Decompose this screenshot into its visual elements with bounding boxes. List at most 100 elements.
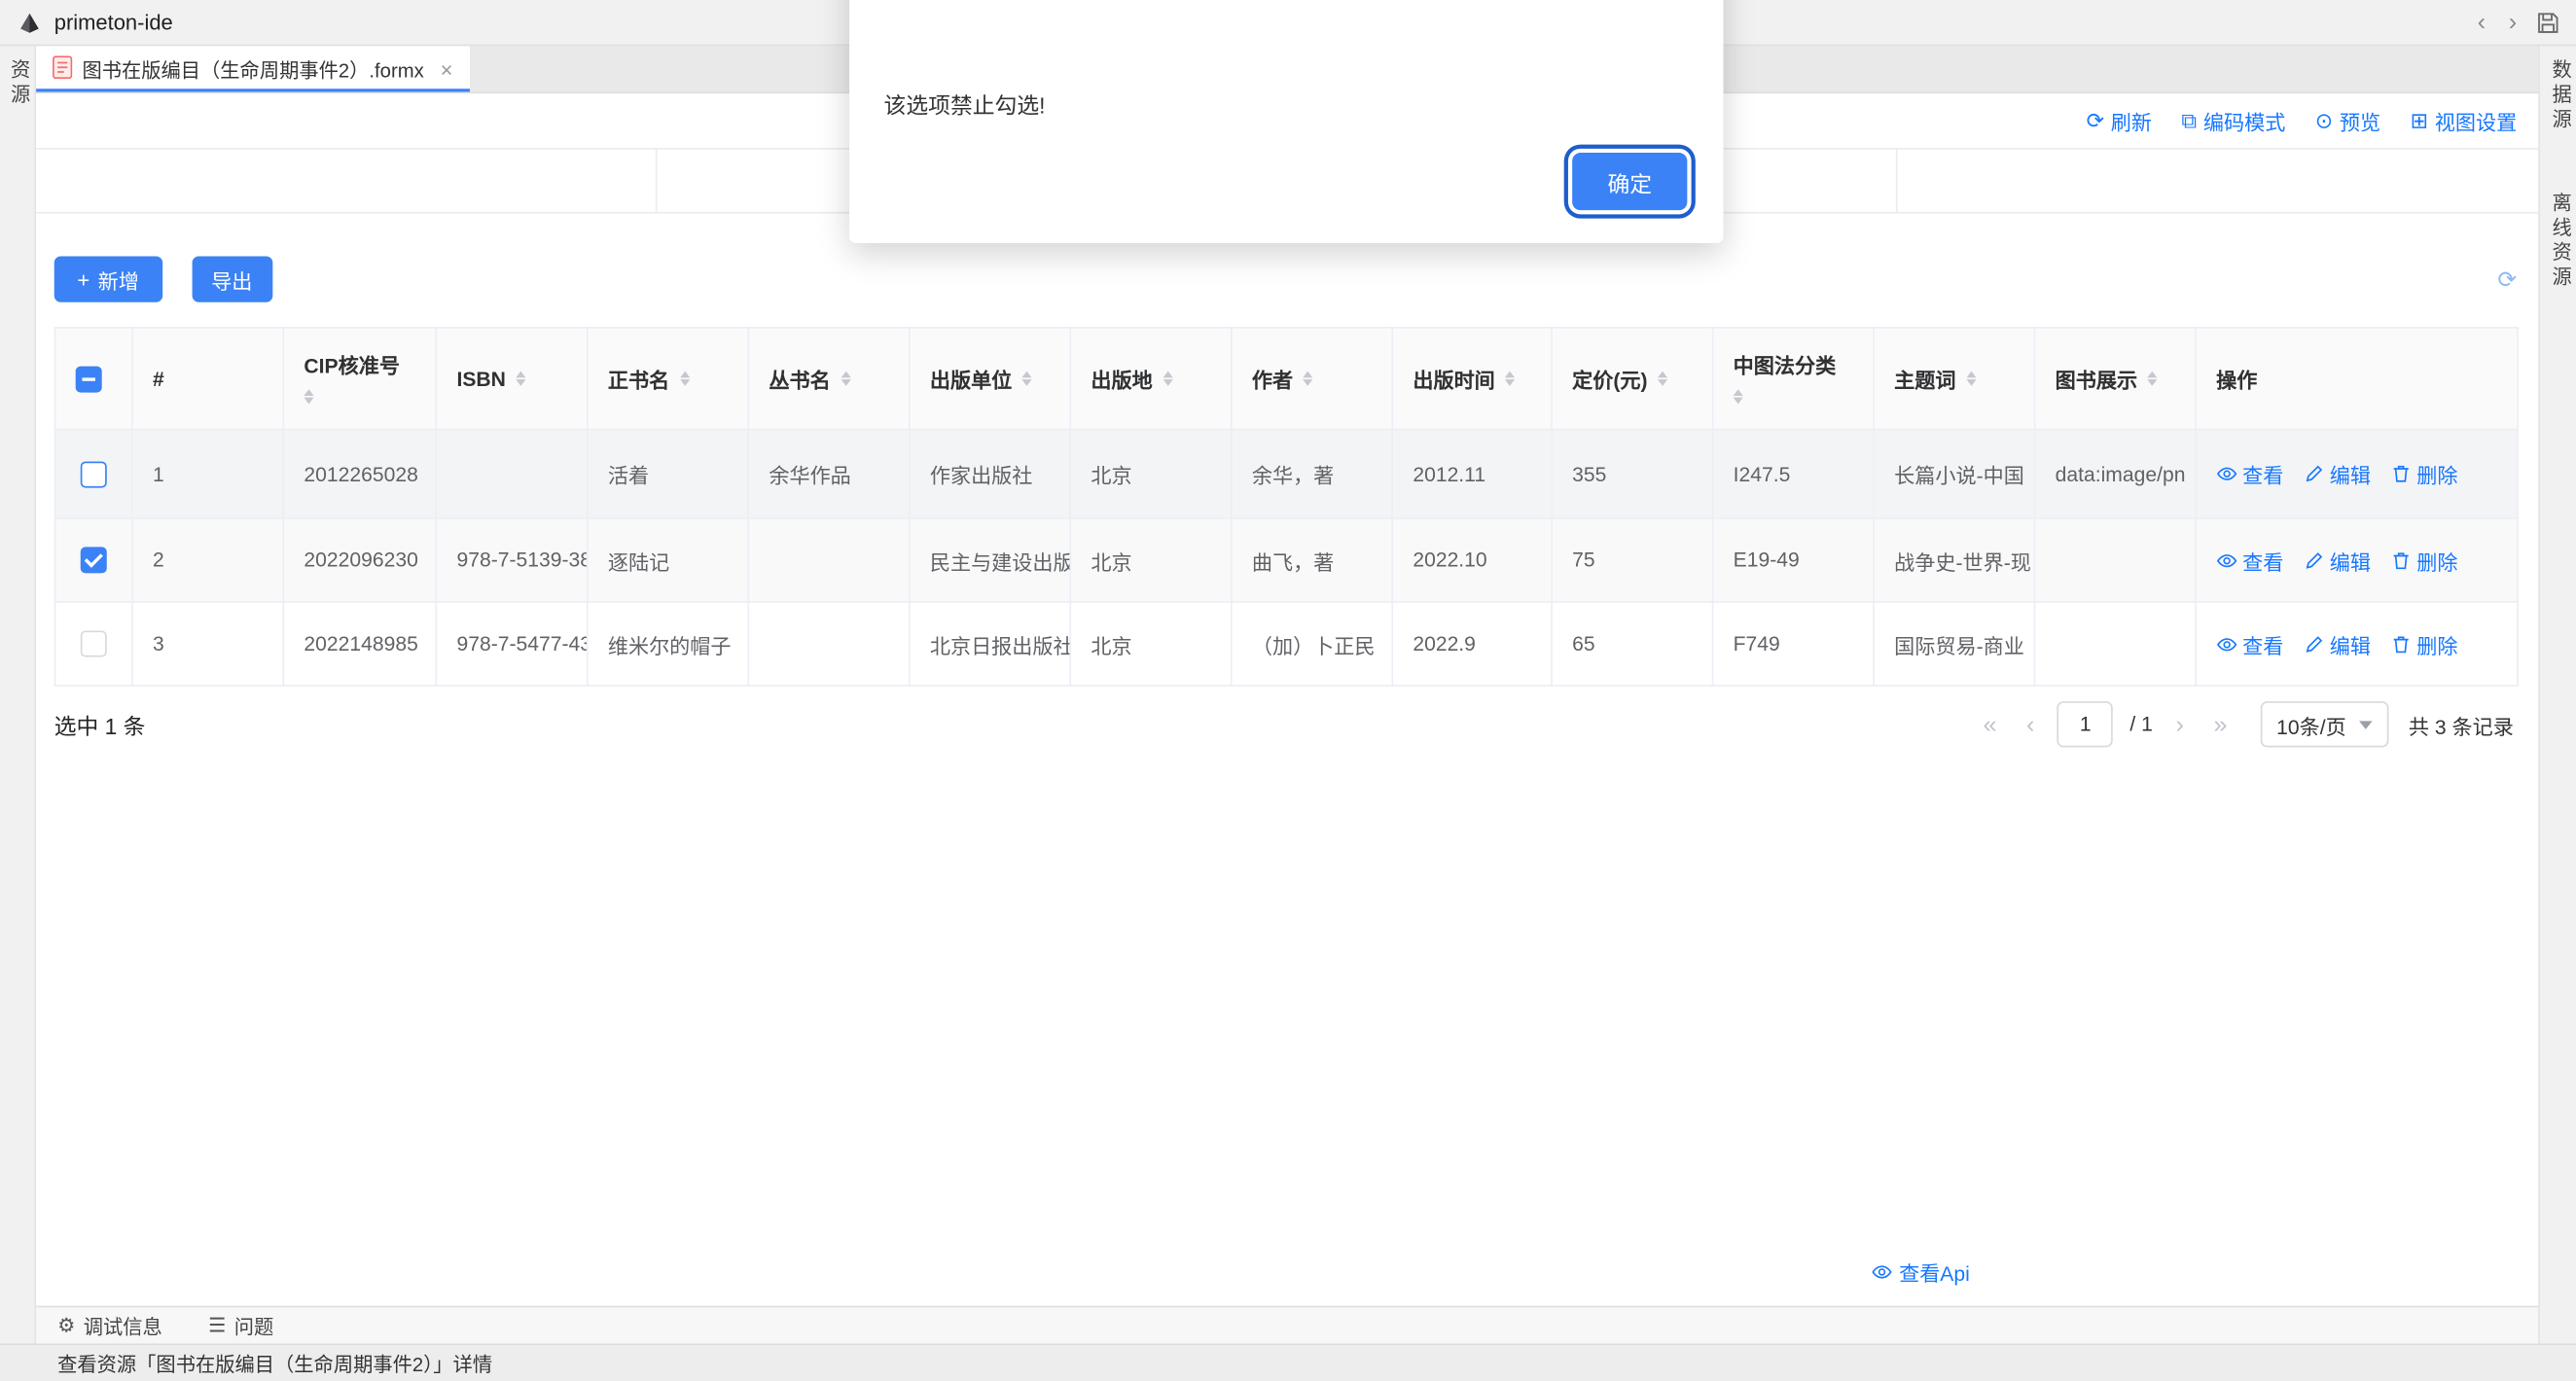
cell-series bbox=[748, 518, 910, 602]
code-mode-icon: ⧉ bbox=[2181, 110, 2197, 131]
sort-icon[interactable] bbox=[516, 366, 525, 391]
action-label: 删除 bbox=[2416, 458, 2457, 489]
select-all-checkbox[interactable] bbox=[76, 366, 102, 392]
prev-page-button[interactable]: ‹ bbox=[2020, 712, 2041, 736]
edit-link[interactable]: 编辑 bbox=[2304, 545, 2371, 576]
row-checkbox[interactable] bbox=[81, 630, 107, 656]
page-size-select[interactable]: 10条/页 bbox=[2260, 701, 2388, 747]
column-header-clc[interactable]: 中图法分类 bbox=[1713, 328, 1875, 430]
edit-icon bbox=[2304, 633, 2325, 655]
nav-forward-button[interactable]: › bbox=[2505, 10, 2520, 34]
sort-icon[interactable] bbox=[1163, 366, 1172, 391]
column-header-subject[interactable]: 主题词 bbox=[1874, 328, 2035, 430]
next-page-button[interactable]: › bbox=[2169, 712, 2191, 736]
page-input[interactable]: 1 bbox=[2057, 701, 2113, 747]
sidebar-item-offline-resources[interactable]: 离线资源 bbox=[2540, 182, 2576, 301]
edit-link[interactable]: 编辑 bbox=[2304, 628, 2371, 659]
pagination: « ‹ 1 / 1 › » 10条/页 共 3 条记录 bbox=[1977, 701, 2514, 747]
column-header-title[interactable]: 正书名 bbox=[588, 328, 749, 430]
column-label: CIP核准号 bbox=[304, 348, 400, 379]
cell-actions: 查看编辑 删除 bbox=[2196, 602, 2518, 686]
cell-publisher: 作家出版社 bbox=[910, 430, 1071, 518]
row-actions: 查看编辑 删除 bbox=[2216, 458, 2497, 489]
column-header-select bbox=[55, 328, 132, 430]
cell-actions: 查看 编辑删除 bbox=[2196, 518, 2518, 602]
column-header-place[interactable]: 出版地 bbox=[1070, 328, 1232, 430]
toolbar-preview-button[interactable]: ⊙预览 bbox=[2315, 105, 2380, 136]
nav-back-button[interactable]: ‹ bbox=[2474, 10, 2488, 34]
delete-link[interactable]: 删除 bbox=[2390, 545, 2457, 576]
delete-link[interactable]: 删除 bbox=[2390, 458, 2457, 489]
status-bar: 查看资源「图书在版编目（生命周期事件2）」详情 bbox=[0, 1343, 2576, 1381]
cell-publisher: 北京日报出版社 bbox=[910, 602, 1071, 686]
app-title: primeton-ide bbox=[54, 10, 173, 34]
column-header-series[interactable]: 丛书名 bbox=[748, 328, 910, 430]
action-label: 编辑 bbox=[2330, 545, 2371, 576]
column-label: 定价(元) bbox=[1572, 363, 1647, 394]
sort-icon[interactable] bbox=[1966, 366, 1976, 391]
del-icon bbox=[2390, 463, 2412, 484]
sort-icon[interactable] bbox=[679, 366, 689, 391]
bottom-panel-bar: ⚙ 调试信息 ☰ 问题 bbox=[36, 1306, 2538, 1344]
delete-link[interactable]: 删除 bbox=[2390, 628, 2457, 659]
eye-icon bbox=[2216, 633, 2237, 655]
row-checkbox[interactable] bbox=[81, 547, 107, 573]
sidebar-item-resources[interactable]: 资源 bbox=[0, 50, 34, 119]
tab-form-editor[interactable]: 图书在版编目（生命周期事件2）.formx × bbox=[36, 46, 469, 91]
export-button[interactable]: 导出 bbox=[192, 256, 272, 301]
app-logo-icon bbox=[17, 9, 43, 35]
view-api-link[interactable]: 查看Api bbox=[1871, 1257, 1969, 1288]
sort-icon[interactable] bbox=[2147, 366, 2157, 391]
cell-author: 余华，著 bbox=[1232, 430, 1393, 518]
table-row: 12012265028活着余华作品作家出版社北京余华，著2012.11355I2… bbox=[55, 430, 2518, 518]
column-label: 正书名 bbox=[608, 363, 669, 394]
action-label: 删除 bbox=[2416, 628, 2457, 659]
sidebar-item-datasource[interactable]: 数据源 bbox=[2540, 50, 2576, 143]
toolbar-code-mode-button[interactable]: ⧉编码模式 bbox=[2181, 105, 2285, 136]
first-page-button[interactable]: « bbox=[1977, 712, 2004, 736]
cell-place: 北京 bbox=[1070, 430, 1232, 518]
tab-label: 图书在版编目（生命周期事件2）.formx bbox=[82, 55, 423, 84]
column-header-price[interactable]: 定价(元) bbox=[1552, 328, 1713, 430]
save-icon[interactable] bbox=[2536, 11, 2559, 34]
cell-author: 曲飞，著 bbox=[1232, 518, 1393, 602]
column-header-publisher[interactable]: 出版单位 bbox=[910, 328, 1071, 430]
sort-icon[interactable] bbox=[1505, 366, 1515, 391]
cell-image bbox=[2035, 518, 2197, 602]
column-header-author[interactable]: 作者 bbox=[1232, 328, 1393, 430]
problems-button[interactable]: ☰ 问题 bbox=[208, 1311, 273, 1339]
toolbar-view-settings-button[interactable]: ⊞视图设置 bbox=[2411, 105, 2518, 136]
view-link[interactable]: 查看 bbox=[2216, 458, 2283, 489]
sort-icon[interactable] bbox=[1303, 366, 1312, 391]
table-refresh-icon[interactable]: ⟳ bbox=[2497, 267, 2517, 291]
ok-button[interactable]: 确定 bbox=[1572, 153, 1687, 210]
column-header-date[interactable]: 出版时间 bbox=[1392, 328, 1552, 430]
cell-isbn: 978-7-5139-38 bbox=[436, 518, 587, 602]
edit-link[interactable]: 编辑 bbox=[2304, 458, 2371, 489]
last-page-button[interactable]: » bbox=[2207, 712, 2235, 736]
cell-cip: 2022096230 bbox=[283, 518, 436, 602]
sort-icon[interactable] bbox=[1021, 366, 1031, 391]
cell-price: 355 bbox=[1552, 430, 1713, 518]
sort-icon[interactable] bbox=[304, 384, 313, 409]
sort-icon[interactable] bbox=[1658, 366, 1667, 391]
column-header-isbn[interactable]: ISBN bbox=[436, 328, 587, 430]
toolbar-refresh-button[interactable]: ⟳刷新 bbox=[2087, 105, 2152, 136]
sort-icon[interactable] bbox=[1734, 384, 1743, 409]
column-header-cip[interactable]: CIP核准号 bbox=[283, 328, 436, 430]
row-checkbox[interactable] bbox=[81, 461, 107, 487]
sort-icon[interactable] bbox=[841, 366, 850, 391]
cell-title: 维米尔的帽子 bbox=[588, 602, 749, 686]
cell-select bbox=[55, 518, 132, 602]
debug-info-button[interactable]: ⚙ 调试信息 bbox=[57, 1311, 162, 1339]
cell-index: 3 bbox=[132, 602, 283, 686]
close-icon[interactable]: × bbox=[441, 56, 453, 81]
list-icon: ☰ bbox=[208, 1316, 226, 1335]
view-link[interactable]: 查看 bbox=[2216, 628, 2283, 659]
view-link[interactable]: 查看 bbox=[2216, 545, 2283, 576]
plus-icon: + bbox=[77, 268, 89, 290]
add-button[interactable]: + 新增 bbox=[54, 256, 162, 301]
total-records: 共 3 条记录 bbox=[2409, 709, 2514, 740]
column-label: 出版地 bbox=[1091, 363, 1152, 394]
column-header-image[interactable]: 图书展示 bbox=[2035, 328, 2197, 430]
